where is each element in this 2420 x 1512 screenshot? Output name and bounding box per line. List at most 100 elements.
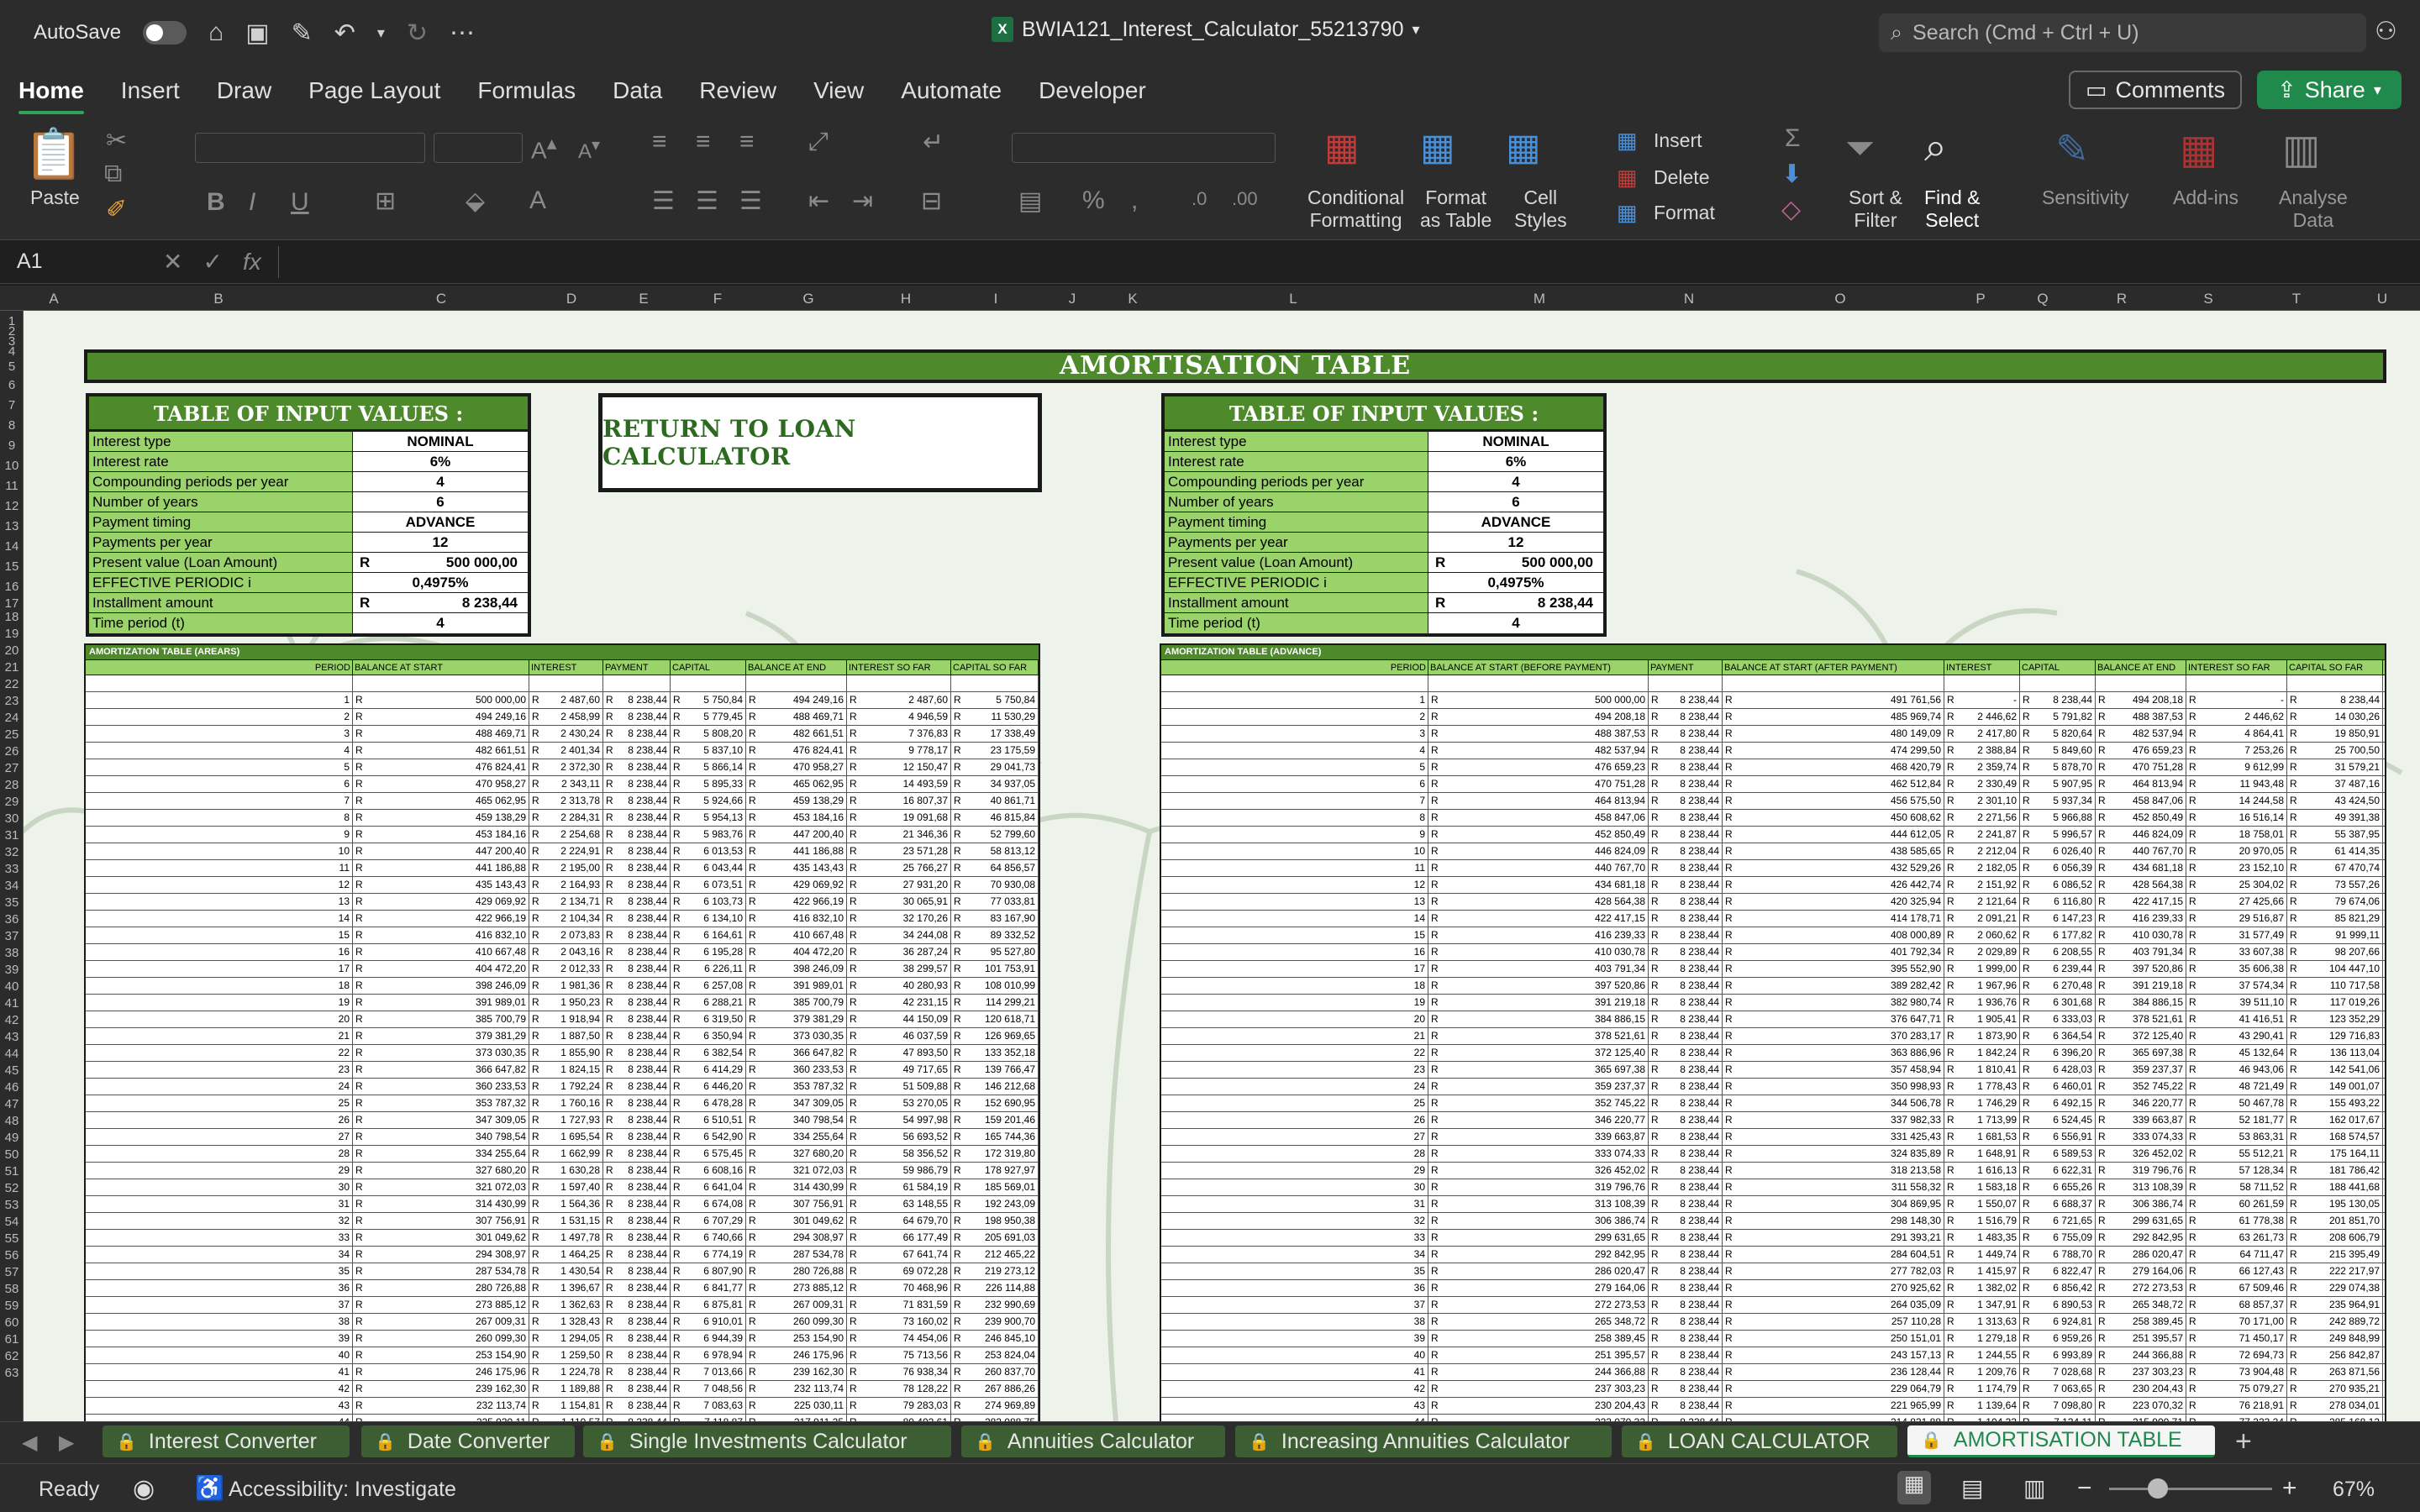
table-cell[interactable]: 8 238,44 xyxy=(603,743,671,759)
table-cell[interactable]: 464 813,94 xyxy=(1428,793,1649,809)
column-header-s[interactable]: S xyxy=(2168,291,2249,307)
table-cell[interactable]: 23 xyxy=(86,1062,353,1078)
table-cell[interactable]: 8 238,44 xyxy=(1649,1146,1723,1162)
table-cell[interactable]: 376 647,71 xyxy=(1723,1011,1944,1027)
table-cell[interactable]: 1 362,63 xyxy=(529,1297,603,1313)
input-value[interactable]: 0,4975% xyxy=(1428,573,1603,592)
row-header-7[interactable]: 7 xyxy=(0,398,24,412)
table-cell[interactable]: 494 249,16 xyxy=(353,709,529,725)
table-cell[interactable]: 447 200,40 xyxy=(746,827,847,843)
table-cell[interactable]: 26 xyxy=(86,1112,353,1128)
row-header-18[interactable]: 18 xyxy=(0,610,24,624)
table-cell[interactable]: 6 396,20 xyxy=(2020,1045,2096,1061)
table-cell[interactable] xyxy=(1161,675,1428,691)
table-cell[interactable]: 8 238,44 xyxy=(1649,1179,1723,1195)
table-cell[interactable]: 287 534,78 xyxy=(746,1247,847,1263)
table-cell[interactable]: 491 761,56 xyxy=(1723,692,1944,708)
table-cell[interactable]: 5 791,82 xyxy=(2020,709,2096,725)
row-header-6[interactable]: 6 xyxy=(0,378,24,392)
table-cell[interactable]: 8 238,44 xyxy=(603,978,671,994)
table-cell[interactable]: 29 xyxy=(1161,1163,1428,1179)
table-cell[interactable]: 279 164,06 xyxy=(2096,1263,2186,1279)
table-cell[interactable]: 5 878,70 xyxy=(2020,759,2096,775)
table-cell[interactable]: 373 030,35 xyxy=(746,1028,847,1044)
sensitivity-icon[interactable]: ✎ xyxy=(2055,126,2089,173)
table-cell[interactable]: 9 612,99 xyxy=(2186,759,2287,775)
table-cell[interactable]: 7 253,26 xyxy=(2186,743,2287,759)
table-cell[interactable]: 8 238,44 xyxy=(1649,877,1723,893)
table-cell[interactable]: 7 048,56 xyxy=(671,1381,746,1397)
table-cell[interactable]: 272 273,53 xyxy=(2096,1280,2186,1296)
table-cell[interactable]: 6 026,40 xyxy=(2020,843,2096,859)
table-cell[interactable]: 1 967,96 xyxy=(1944,978,2020,994)
return-to-loan-calculator-button[interactable]: RETURN TO LOAN CALCULATOR xyxy=(598,393,1042,492)
table-cell[interactable] xyxy=(951,675,1039,691)
table-cell[interactable]: 239 162,30 xyxy=(746,1364,847,1380)
table-cell[interactable]: 6 195,28 xyxy=(671,944,746,960)
table-cell[interactable]: 1 259,50 xyxy=(529,1347,603,1363)
row-header-40[interactable]: 40 xyxy=(0,979,24,994)
delete-cells-icon[interactable]: ▦ xyxy=(1617,165,1638,191)
row-header-23[interactable]: 23 xyxy=(0,694,24,708)
column-header-k[interactable]: K xyxy=(1109,291,1156,307)
table-cell[interactable]: 75 713,56 xyxy=(847,1347,951,1363)
table-cell[interactable]: 1 154,81 xyxy=(529,1398,603,1414)
table-cell[interactable]: 8 238,44 xyxy=(603,911,671,927)
table-cell[interactable]: 416 832,10 xyxy=(746,911,847,927)
table-cell[interactable] xyxy=(353,675,529,691)
column-header-b[interactable]: B xyxy=(84,291,353,307)
table-cell[interactable]: 5 750,84 xyxy=(671,692,746,708)
table-cell[interactable]: 43 xyxy=(86,1398,353,1414)
table-cell[interactable]: 352 745,22 xyxy=(1428,1095,1649,1111)
format-cells-button[interactable]: Format xyxy=(1654,202,1715,224)
table-cell[interactable]: 8 238,44 xyxy=(1649,961,1723,977)
table-cell[interactable]: 1 999,00 xyxy=(1944,961,2020,977)
row-header-4[interactable]: 4 xyxy=(0,344,24,359)
table-cell[interactable]: 8 238,44 xyxy=(603,1247,671,1263)
table-cell[interactable]: 395 552,90 xyxy=(1723,961,1944,977)
table-cell[interactable]: 6 350,94 xyxy=(671,1028,746,1044)
table-cell[interactable]: 6 788,70 xyxy=(2020,1247,2096,1263)
table-cell[interactable]: 6 575,45 xyxy=(671,1146,746,1162)
table-cell[interactable]: 8 238,44 xyxy=(603,709,671,725)
table-cell[interactable]: 29 xyxy=(86,1163,353,1179)
table-cell[interactable]: 66 177,49 xyxy=(847,1230,951,1246)
table-cell[interactable]: 5 808,20 xyxy=(671,726,746,742)
table-cell[interactable]: 6 478,28 xyxy=(671,1095,746,1111)
input-value[interactable]: 4 xyxy=(1428,613,1603,633)
table-cell[interactable]: 2 401,34 xyxy=(529,743,603,759)
row-header-51[interactable]: 51 xyxy=(0,1164,24,1179)
input-value[interactable]: 6 xyxy=(1428,492,1603,512)
table-cell[interactable]: 1 905,41 xyxy=(1944,1011,2020,1027)
table-cell[interactable]: 6 226,11 xyxy=(671,961,746,977)
table-cell[interactable]: 142 541,06 xyxy=(2287,1062,2383,1078)
table-cell[interactable] xyxy=(529,675,603,691)
account-icon[interactable]: ⚇ xyxy=(2375,17,2397,46)
table-cell[interactable]: 470 751,28 xyxy=(2096,759,2186,775)
table-cell[interactable]: 1 382,02 xyxy=(1944,1280,2020,1296)
table-cell[interactable]: 1 713,99 xyxy=(1944,1112,2020,1128)
table-cell[interactable]: 34 937,05 xyxy=(951,776,1039,792)
row-header-62[interactable]: 62 xyxy=(0,1349,24,1363)
column-header-h[interactable]: H xyxy=(855,291,956,307)
table-cell[interactable]: 8 238,44 xyxy=(1649,1230,1723,1246)
table-cell[interactable]: 5 837,10 xyxy=(671,743,746,759)
input-value[interactable]: ADVANCE xyxy=(1428,512,1603,532)
table-cell[interactable]: 292 842,95 xyxy=(2096,1230,2186,1246)
increase-font-icon[interactable]: A▴ xyxy=(531,131,556,164)
table-cell[interactable]: 422 966,19 xyxy=(353,911,529,927)
table-cell[interactable]: 8 238,44 xyxy=(603,1398,671,1414)
table-cell[interactable]: 8 238,44 xyxy=(603,1314,671,1330)
find-select-button[interactable]: Find & Select xyxy=(1924,186,1980,232)
table-cell[interactable]: 1 778,43 xyxy=(1944,1079,2020,1095)
column-header-t[interactable]: T xyxy=(2249,291,2344,307)
table-cell[interactable]: 18 xyxy=(1161,978,1428,994)
table-cell[interactable]: 8 238,44 xyxy=(603,827,671,843)
table-cell[interactable]: 2 224,91 xyxy=(529,843,603,859)
table-cell[interactable]: 1 760,16 xyxy=(529,1095,603,1111)
table-cell[interactable]: 34 xyxy=(86,1247,353,1263)
table-cell[interactable]: 14 030,26 xyxy=(2287,709,2383,725)
table-cell[interactable]: 2 458,99 xyxy=(529,709,603,725)
input-value[interactable]: NOMINAL xyxy=(353,432,528,451)
table-cell[interactable]: 2 330,49 xyxy=(1944,776,2020,792)
